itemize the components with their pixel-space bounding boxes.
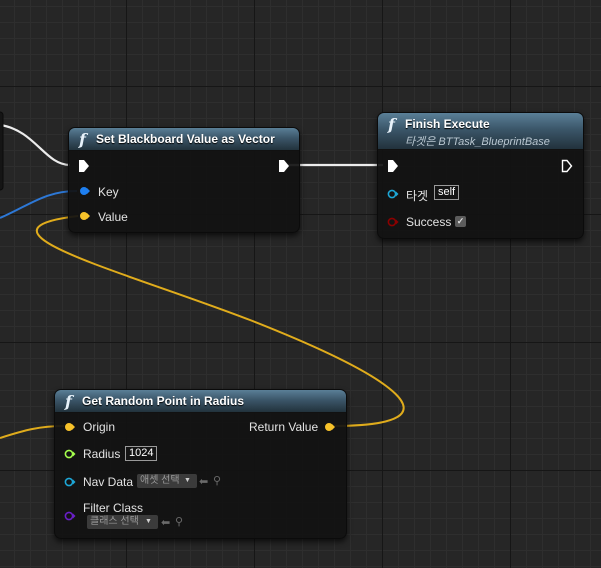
set-blackboard-value-node[interactable]: f Set Blackboard Value as Vector Key Val… (68, 127, 300, 233)
radius-pin[interactable] (64, 449, 76, 459)
nav-data-pin[interactable] (64, 477, 76, 487)
exec-in-pin[interactable] (387, 159, 399, 173)
return-value-pin-label: Return Value (249, 420, 319, 434)
success-checkbox[interactable]: ✓ (455, 216, 466, 227)
key-pin[interactable] (79, 186, 91, 196)
key-pin-label: Key (98, 185, 119, 199)
value-pin-label: Value (98, 210, 128, 224)
exec-in-pin[interactable] (78, 159, 90, 173)
node-title: Set Blackboard Value as Vector (96, 132, 275, 146)
filter-class-value: 클래스 선택 (90, 516, 139, 527)
origin-pin-label: Origin (83, 420, 116, 434)
nav-data-asset-value: 애셋 선택 (140, 475, 180, 486)
browse-search-icon[interactable]: ⚲ (175, 515, 183, 529)
target-pin[interactable] (387, 189, 399, 199)
key-wire (0, 190, 78, 219)
function-icon: f (79, 130, 86, 149)
target-pin-label: 타겟 (406, 189, 429, 203)
function-icon: f (388, 115, 395, 134)
function-icon: f (65, 392, 72, 411)
success-pin[interactable] (387, 217, 399, 227)
value-pin[interactable] (79, 211, 91, 221)
use-selected-arrow-icon[interactable]: ⬅ (161, 516, 170, 530)
offscreen-node-edge (0, 111, 4, 191)
get-random-point-node[interactable]: f Get Random Point in Radius Origin Retu… (54, 389, 347, 539)
target-value-box[interactable]: self (434, 185, 460, 200)
exec-out-pin[interactable] (278, 159, 290, 173)
nav-data-pin-label: Nav Data (83, 475, 134, 489)
return-value-pin[interactable] (324, 422, 336, 432)
chevron-down-icon: ▼ (145, 518, 152, 525)
radius-pin-label: Radius (83, 447, 121, 461)
radius-value-box[interactable]: 1024 (125, 446, 158, 461)
node-title: Finish Execute (405, 117, 490, 131)
browse-search-icon[interactable]: ⚲ (213, 474, 221, 488)
origin-pin[interactable] (64, 422, 76, 432)
chevron-down-icon: ▼ (184, 477, 191, 484)
node-subtitle: 타겟은 BTTask_BlueprintBase (405, 136, 550, 148)
finish-execute-node[interactable]: f Finish Execute 타겟은 BTTask_BlueprintBas… (377, 112, 584, 239)
exec-out-pin[interactable] (561, 159, 573, 173)
node-title: Get Random Point in Radius (82, 394, 245, 408)
exec-wire-in (0, 123, 71, 167)
use-selected-arrow-icon[interactable]: ⬅ (199, 475, 208, 489)
filter-class-dropdown[interactable]: 클래스 선택 ▼ (87, 515, 158, 529)
filter-class-pin[interactable] (64, 511, 76, 521)
filter-class-pin-label: Filter Class (83, 501, 144, 515)
nav-data-asset-dropdown[interactable]: 애셋 선택 ▼ (137, 474, 197, 488)
success-pin-label: Success (406, 215, 452, 229)
